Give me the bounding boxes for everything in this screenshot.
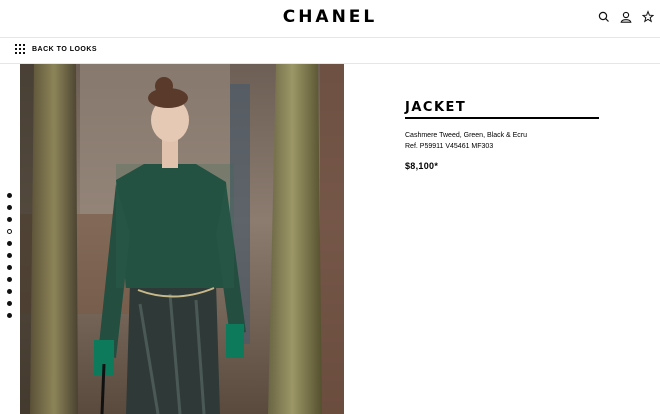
- grid-icon: [15, 44, 25, 54]
- product-info: JACKET Cashmere Tweed, Green, Black & Ec…: [405, 100, 599, 171]
- carousel-dot[interactable]: [7, 265, 12, 270]
- carousel-dot[interactable]: [7, 277, 12, 282]
- carousel-dot[interactable]: [7, 193, 12, 198]
- product-description: Cashmere Tweed, Green, Black & Ecru: [405, 132, 528, 139]
- carousel-dot[interactable]: [7, 205, 12, 210]
- back-to-looks-link[interactable]: BACK TO LOOKS: [15, 44, 97, 54]
- product-reference: Ref. P59911 V45461 MF303: [405, 143, 494, 150]
- look-photo: [20, 64, 344, 414]
- product-price: $8,100*: [405, 161, 439, 171]
- wishlist-star-icon[interactable]: [641, 10, 655, 24]
- site-header: CHANEL: [0, 0, 660, 38]
- look-carousel-dots: [7, 193, 12, 318]
- sub-navigation: BACK TO LOOKS: [0, 38, 660, 64]
- account-icon[interactable]: [620, 10, 632, 24]
- carousel-dot[interactable]: [7, 289, 12, 294]
- header-icons: [598, 10, 655, 24]
- product-title: JACKET: [405, 100, 599, 119]
- carousel-dot[interactable]: [7, 217, 12, 222]
- back-to-looks-label: BACK TO LOOKS: [32, 45, 98, 53]
- carousel-dot[interactable]: [7, 313, 12, 318]
- carousel-dot[interactable]: [7, 241, 12, 246]
- brand-logo[interactable]: CHANEL: [0, 7, 660, 27]
- carousel-dot[interactable]: [7, 301, 12, 306]
- carousel-dot[interactable]: [7, 253, 12, 258]
- search-icon[interactable]: [598, 10, 610, 24]
- carousel-dot-active[interactable]: [7, 229, 12, 234]
